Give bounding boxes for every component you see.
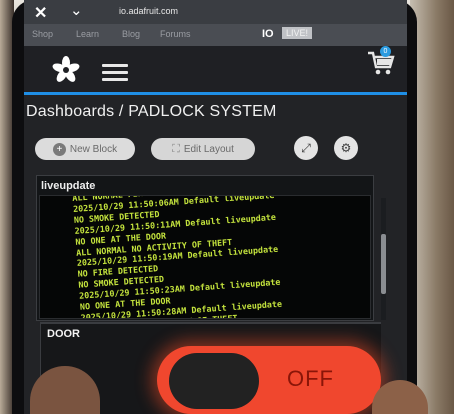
- feed-lines: ALL NORMAL FIRE DETECTED 2025/10/29 11:5…: [72, 196, 370, 318]
- scroll-thumb[interactable]: [381, 234, 386, 294]
- cart-badge: 0: [380, 46, 391, 57]
- url-text[interactable]: io.adafruit.com: [119, 6, 178, 16]
- adafruit-logo-icon[interactable]: [52, 56, 80, 84]
- nav-learn[interactable]: Learn: [76, 29, 99, 39]
- new-block-button[interactable]: + New Block: [35, 138, 135, 160]
- edit-layout-label: Edit Layout: [183, 143, 234, 155]
- menu-icon[interactable]: [102, 64, 128, 85]
- feed-scrollbar[interactable]: [381, 198, 386, 320]
- site-top-nav: Shop Learn Blog Forums IO LIVE!: [24, 24, 407, 46]
- nav-forums[interactable]: Forums: [160, 29, 191, 39]
- door-toggle[interactable]: OFF: [157, 346, 381, 414]
- accent-divider: [24, 92, 407, 95]
- fullscreen-icon[interactable]: ⤢: [294, 136, 318, 160]
- plus-icon: +: [52, 142, 66, 156]
- header-bar: 0: [24, 46, 407, 94]
- new-block-label: New Block: [69, 143, 118, 155]
- block-title: liveupdate: [41, 180, 96, 192]
- liveupdate-block: liveupdate ALL NORMAL FIRE DETECTED 2025…: [36, 175, 374, 321]
- nav-live[interactable]: LIVE!: [282, 27, 313, 39]
- edit-layout-button[interactable]: ⛶ Edit Layout: [151, 138, 255, 160]
- page-title: Dashboards / PADLOCK SYSTEM: [26, 103, 277, 120]
- gear-icon[interactable]: ⚙: [334, 136, 358, 160]
- stream-feed[interactable]: ALL NORMAL FIRE DETECTED 2025/10/29 11:5…: [39, 195, 371, 319]
- nav-io[interactable]: IO: [262, 28, 274, 40]
- toggle-state-label: OFF: [287, 366, 334, 391]
- door-title: DOOR: [47, 328, 80, 340]
- browser-bar: ✕ ⌄ io.adafruit.com: [24, 0, 407, 24]
- nav-shop[interactable]: Shop: [32, 29, 53, 39]
- edit-layout-icon: ⛶: [172, 142, 180, 155]
- close-tab-icon[interactable]: ✕: [34, 3, 47, 23]
- chevron-down-icon[interactable]: ⌄: [70, 1, 83, 19]
- nav-blog[interactable]: Blog: [122, 29, 140, 39]
- toggle-knob[interactable]: [169, 353, 259, 409]
